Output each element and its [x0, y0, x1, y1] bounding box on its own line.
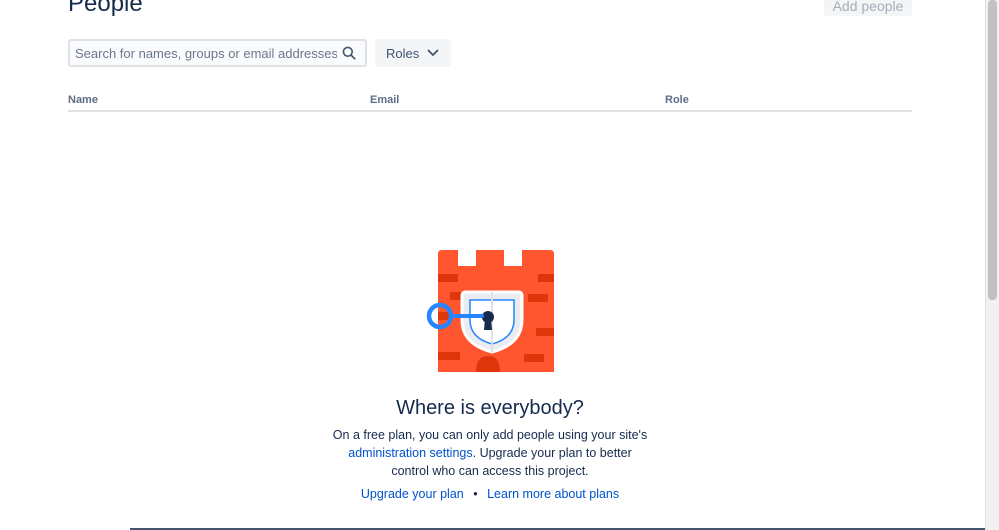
page-title: People	[68, 0, 143, 17]
search-box[interactable]	[68, 39, 367, 67]
roles-dropdown-button[interactable]: Roles	[375, 39, 451, 67]
upgrade-plan-link[interactable]: Upgrade your plan	[361, 487, 464, 501]
vertical-scrollbar[interactable]	[985, 0, 999, 530]
search-input[interactable]	[70, 41, 337, 65]
scrollbar-thumb[interactable]	[988, 0, 997, 300]
learn-more-plans-link[interactable]: Learn more about plans	[487, 487, 619, 501]
table-header: Name Email Role	[68, 92, 912, 112]
empty-state-title: Where is everybody?	[396, 397, 584, 419]
column-header-email[interactable]: Email	[370, 94, 399, 106]
column-header-role[interactable]: Role	[665, 94, 689, 106]
actions-separator: •	[473, 487, 478, 501]
administration-settings-link[interactable]: administration settings	[348, 446, 472, 460]
search-icon[interactable]	[337, 41, 361, 65]
roles-label: Roles	[386, 45, 420, 61]
empty-state-description: On a free plan, you can only add people …	[330, 426, 650, 480]
empty-state-desc-start: On a free plan, you can only add people …	[332, 428, 648, 442]
chevron-down-icon	[427, 49, 439, 57]
castle-lock-illustration	[424, 248, 556, 374]
add-people-button[interactable]: Add people	[824, 0, 912, 16]
column-header-name[interactable]: Name	[68, 94, 98, 106]
empty-state-actions: Upgrade your plan • Learn more about pla…	[0, 487, 980, 501]
project-people-page: People Add people Roles Name Email Role	[0, 0, 999, 530]
